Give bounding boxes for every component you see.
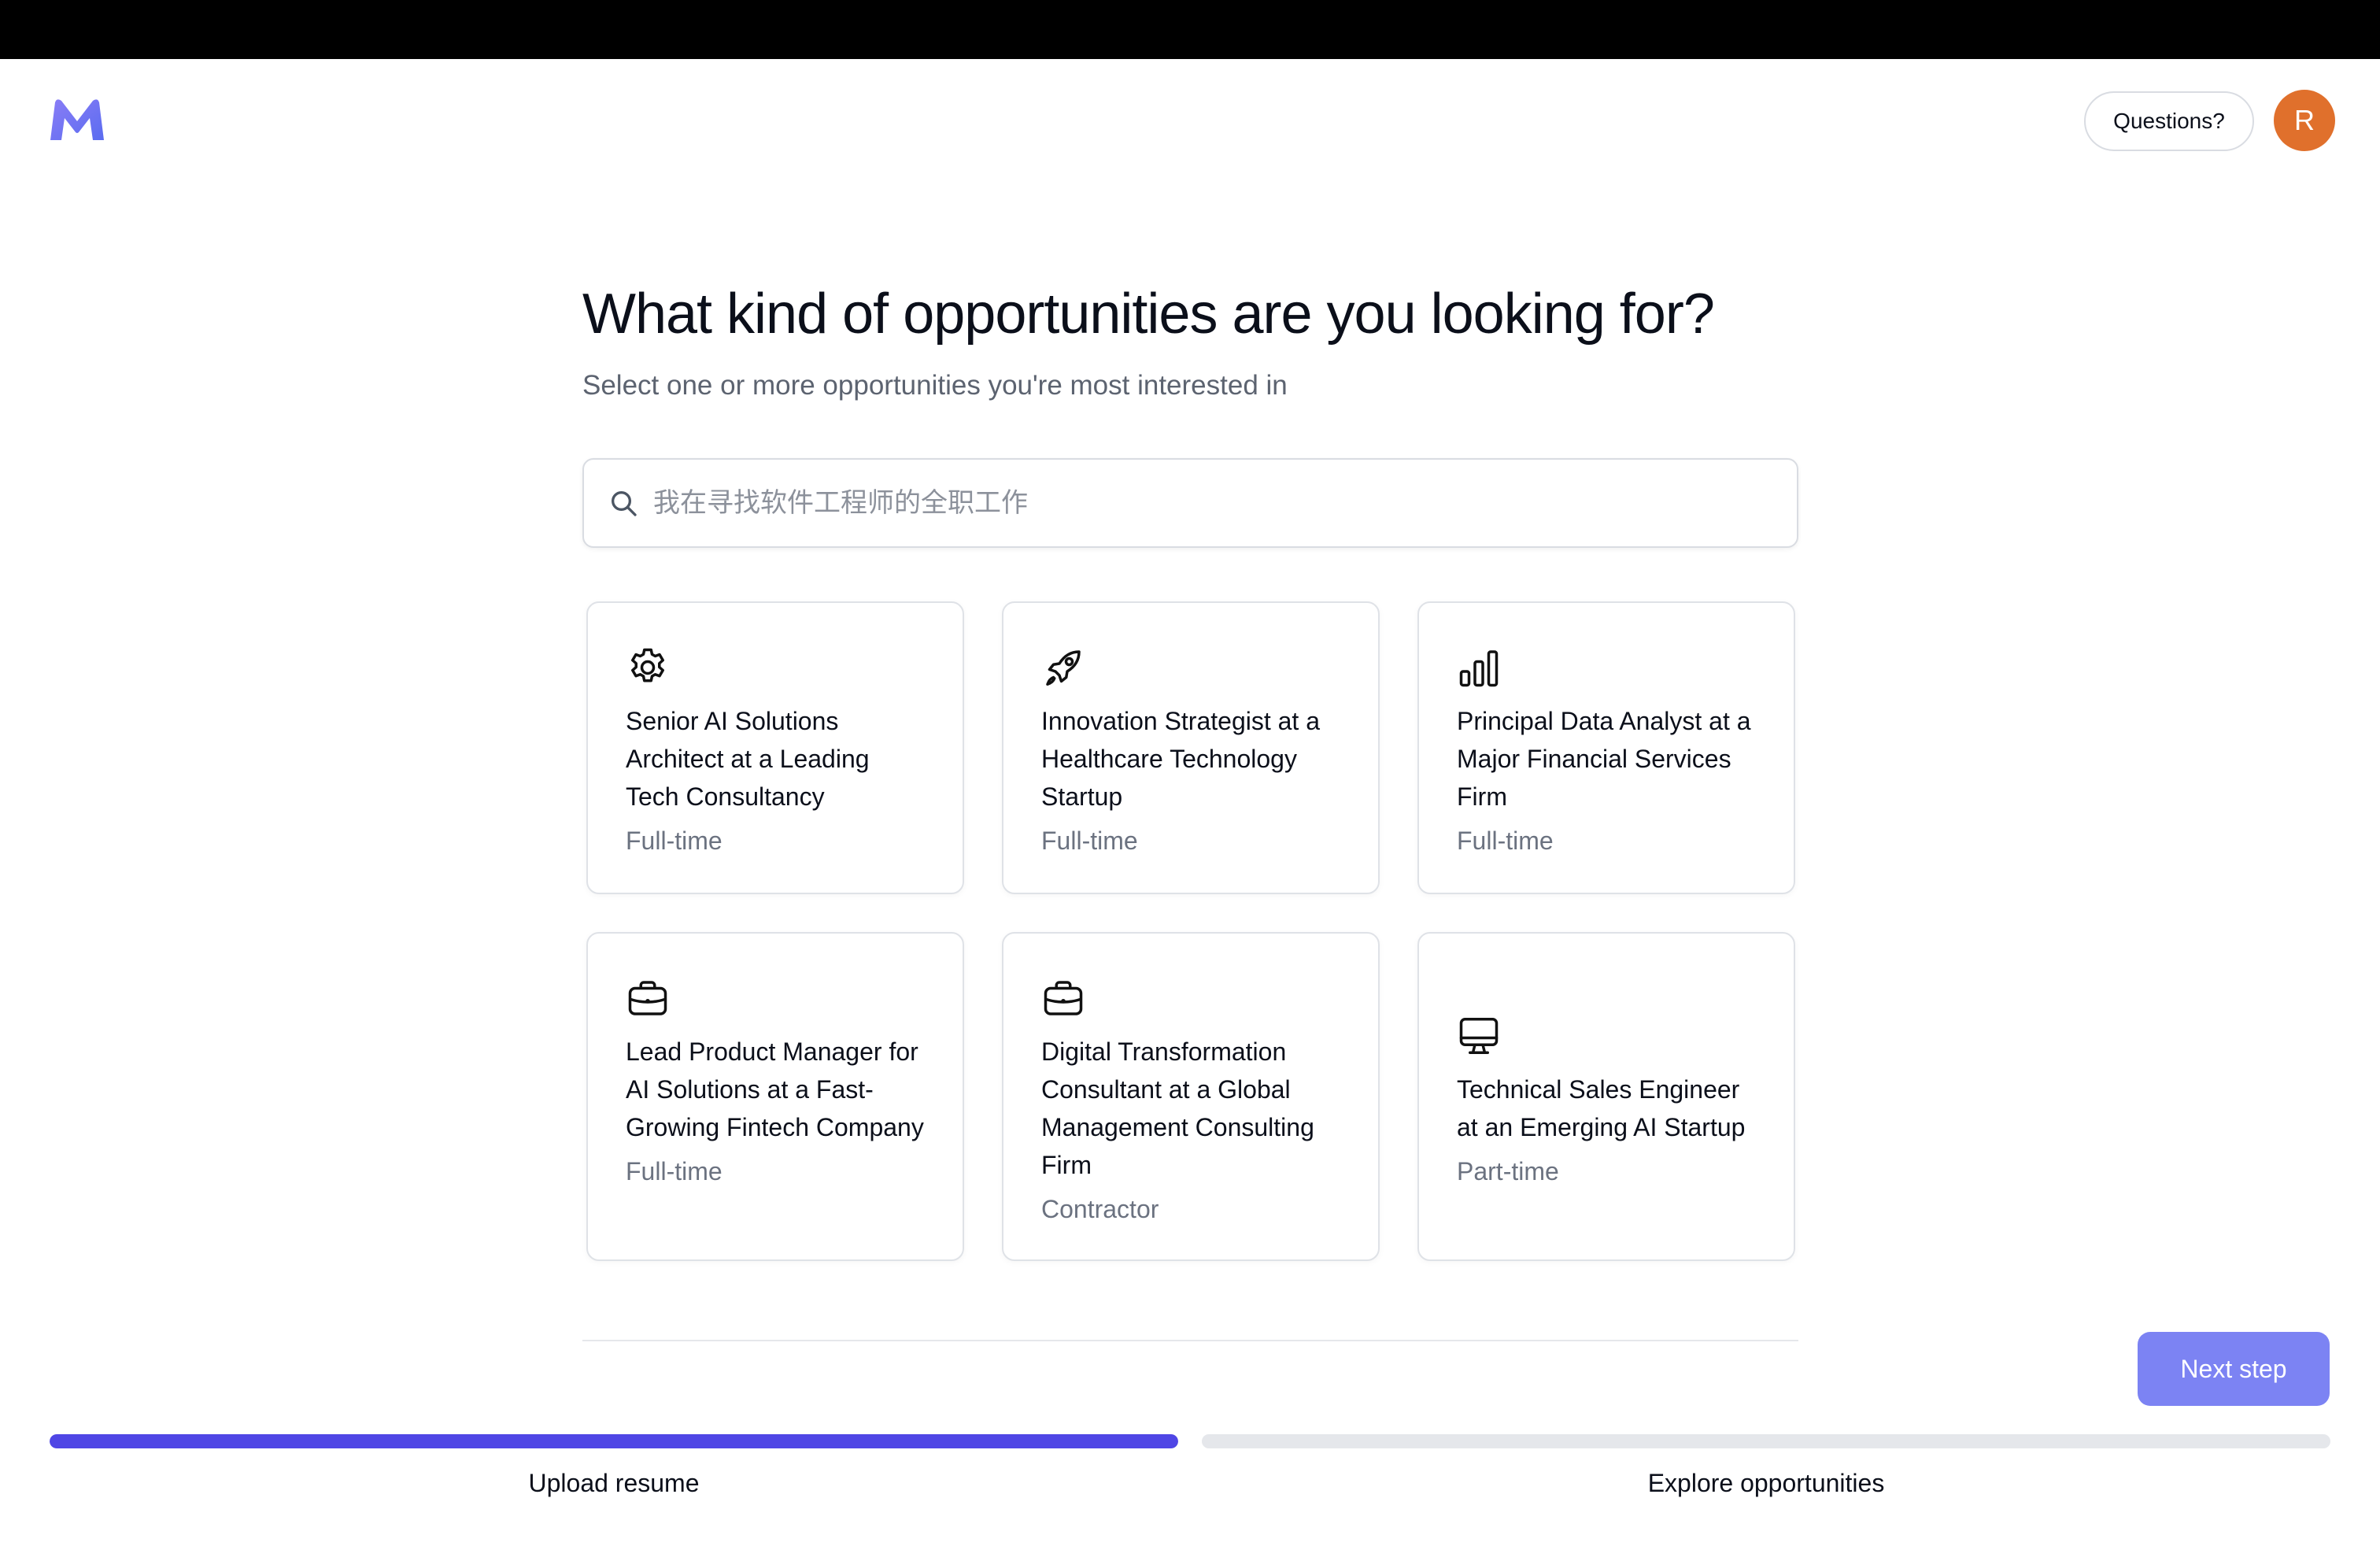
opportunity-card[interactable]: Innovation Strategist at a Healthcare Te…	[1002, 601, 1380, 894]
step-progress-upload	[50, 1434, 1178, 1448]
search-box[interactable]	[582, 458, 1798, 548]
monitor-icon	[1459, 1018, 1499, 1054]
card-type: Full-time	[1041, 827, 1138, 855]
card-title: Lead Product Manager for AI Solutions at…	[626, 1037, 924, 1141]
page-subtitle: Select one or more opportunities you're …	[582, 370, 1288, 401]
rocket-icon	[1046, 650, 1081, 686]
m-logo-icon[interactable]	[47, 94, 107, 145]
opportunity-card[interactable]: Senior AI Solutions Architect at a Leadi…	[586, 601, 964, 894]
search-icon	[612, 491, 637, 516]
card-type: Full-time	[1457, 827, 1554, 855]
card-title: Digital Transformation Consultant at a G…	[1041, 1037, 1314, 1179]
gear-icon	[631, 648, 664, 682]
questions-button[interactable]: Questions?	[2084, 91, 2254, 151]
card-type: Full-time	[626, 827, 722, 855]
opportunity-card[interactable]: Technical Sales Engineer at an Emerging …	[1417, 932, 1795, 1261]
card-type: Full-time	[626, 1157, 722, 1185]
briefcase-icon	[1044, 981, 1083, 1015]
avatar[interactable]: R	[2274, 90, 2335, 151]
step-label-upload: Upload resume	[528, 1469, 700, 1497]
opportunity-card[interactable]: Principal Data Analyst at a Major Financ…	[1417, 601, 1795, 894]
next-step-button[interactable]: Next step	[2138, 1332, 2330, 1406]
search-input[interactable]	[653, 479, 1755, 527]
card-title: Senior AI Solutions Architect at a Leadi…	[626, 707, 870, 811]
divider	[582, 1340, 1798, 1341]
card-title: Innovation Strategist at a Healthcare Te…	[1041, 707, 1320, 811]
bar-chart-icon	[1459, 650, 1499, 687]
step-progress-explore	[1202, 1434, 2330, 1448]
page-title: What kind of opportunities are you looki…	[582, 283, 1715, 346]
card-type: Part-time	[1457, 1157, 1559, 1185]
opportunity-card[interactable]: Digital Transformation Consultant at a G…	[1002, 932, 1380, 1261]
card-type: Contractor	[1041, 1195, 1159, 1223]
briefcase-icon	[628, 981, 667, 1015]
opportunity-card[interactable]: Lead Product Manager for AI Solutions at…	[586, 932, 964, 1261]
step-label-explore: Explore opportunities	[1647, 1469, 1885, 1497]
step-progress-fill	[50, 1434, 1178, 1448]
top-bar	[0, 0, 2380, 59]
card-title: Technical Sales Engineer at an Emerging …	[1457, 1075, 1746, 1141]
card-title: Principal Data Analyst at a Major Financ…	[1457, 707, 1751, 811]
